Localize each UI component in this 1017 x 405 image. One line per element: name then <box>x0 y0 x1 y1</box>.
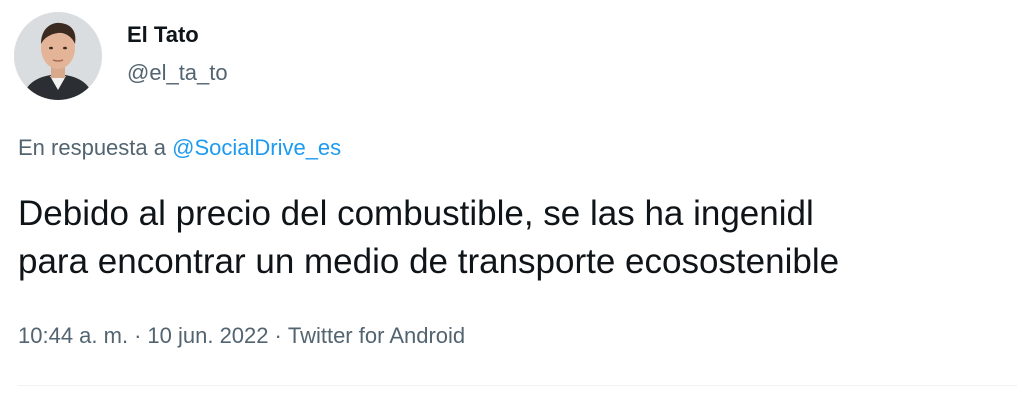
tweet-date[interactable]: 10 jun. 2022 <box>147 323 268 348</box>
tweet-text-line: para encontrar un medio de transporte ec… <box>18 242 840 281</box>
tweet-card: El Tato @el_ta_to En respuesta a @Social… <box>0 0 1017 405</box>
tweet-source[interactable]: Twitter for Android <box>288 323 465 348</box>
reply-mention-link[interactable]: @SocialDrive_es <box>172 135 341 160</box>
profile-photo-icon <box>14 12 102 100</box>
tweet-time[interactable]: 10:44 a. m. <box>18 323 128 348</box>
tweet-text: Debido al precio del combustible, se las… <box>18 190 1008 286</box>
tweet-meta: 10:44 a. m. · 10 jun. 2022 · Twitter for And… <box>18 322 465 350</box>
user-handle[interactable]: @el_ta_to <box>127 60 228 86</box>
reply-context: En respuesta a @SocialDrive_es <box>18 134 341 162</box>
meta-separator: · <box>134 323 142 348</box>
tweet-text-line: Debido al precio del combustible, se las… <box>18 194 814 233</box>
avatar[interactable] <box>14 12 102 100</box>
display-name[interactable]: El Tato <box>127 22 199 48</box>
meta-separator: · <box>274 323 282 348</box>
divider <box>18 385 1017 386</box>
reply-prefix: En respuesta a <box>18 135 166 160</box>
